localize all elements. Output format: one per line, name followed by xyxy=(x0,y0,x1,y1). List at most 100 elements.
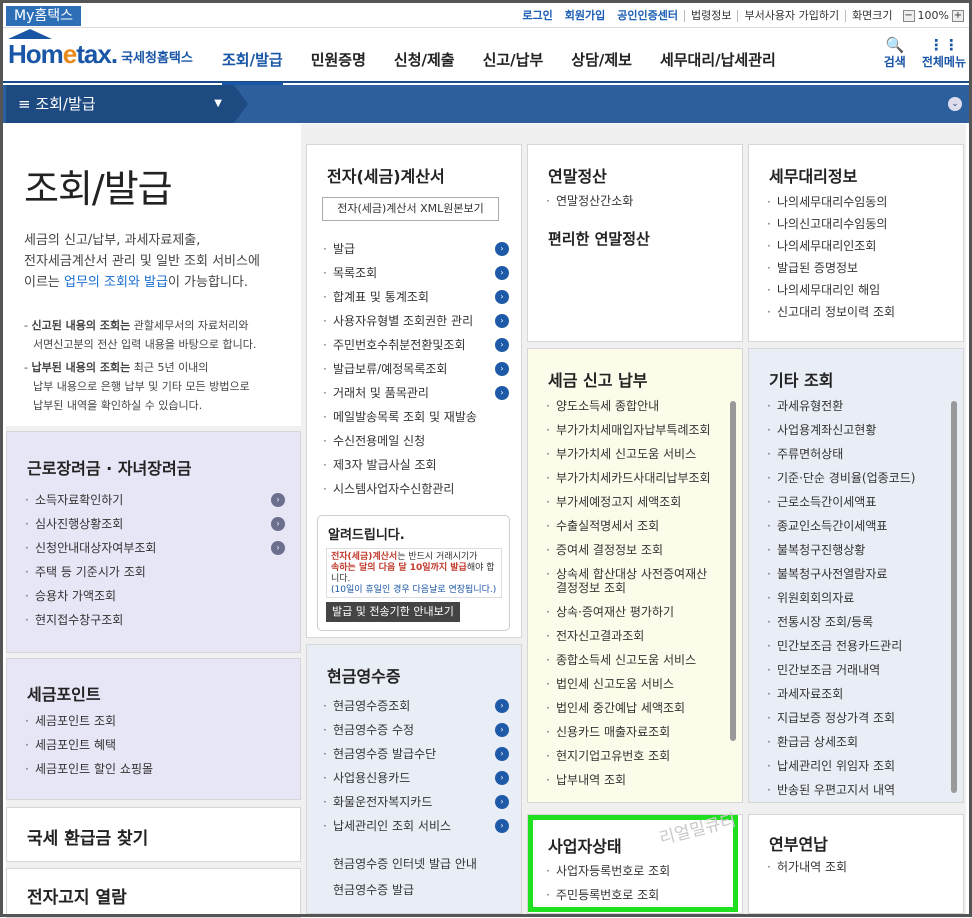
list-item[interactable]: 과세자료조회 xyxy=(765,682,951,706)
etc-title: 기타 조회 xyxy=(769,371,834,390)
breadcrumb-dropdown[interactable]: ≡ 조회/발급 ▼ xyxy=(6,85,248,123)
nav-consult-report[interactable]: 상담/제보 xyxy=(571,49,632,85)
list-item[interactable]: 거래처 및 품목관리› xyxy=(321,381,509,405)
list-item[interactable]: 종교인소득간이세액표 xyxy=(765,514,951,538)
cash-guide-link[interactable]: 현금영수증 인터넷 발급 안내 xyxy=(333,851,477,877)
list-item[interactable]: 수신전용메일 신청 xyxy=(321,429,509,453)
list-item[interactable]: 합계표 및 통계조회› xyxy=(321,285,509,309)
list-item[interactable]: 발급보류/예정목록조회› xyxy=(321,357,509,381)
expand-button[interactable]: ⌄ xyxy=(948,97,962,111)
list-item[interactable]: 시스템사업자수신함관리 xyxy=(321,477,509,501)
search-icon: 🔍 xyxy=(885,36,905,54)
xml-view-button[interactable]: 전자(세금)계산서 XML원본보기 xyxy=(322,197,499,221)
all-menu-button[interactable]: ⋮⋮ 전체메뉴 xyxy=(922,37,966,70)
nav-civil-cert[interactable]: 민원증명 xyxy=(311,49,366,85)
list-item[interactable]: 상속·증여재산 평가하기 xyxy=(544,600,730,624)
list-item[interactable]: 연말정산간소화 xyxy=(544,189,633,213)
list-item[interactable]: 세금포인트 할인 쇼핑몰 xyxy=(23,757,285,781)
list-item[interactable]: 반송된 우편고지서 내역 xyxy=(765,778,951,802)
list-item[interactable]: 주민번호수취분전환및조회› xyxy=(321,333,509,357)
list-item[interactable]: 신용카드 매출자료조회 xyxy=(544,720,730,744)
list-item[interactable]: 주택 등 기준시가 조회 xyxy=(23,560,285,584)
nav-inquiry-issue[interactable]: 조회/발급 xyxy=(222,49,283,85)
nav-tax-agent[interactable]: 세무대리/납세관리 xyxy=(660,49,776,85)
list-item[interactable]: 신청안내대상자여부조회› xyxy=(23,536,285,560)
list-item[interactable]: 나의세무대리수임동의 xyxy=(765,191,895,213)
zoom-plus-button[interactable]: + xyxy=(952,9,964,22)
list-item[interactable]: 증여세 결정정보 조회 xyxy=(544,538,730,562)
scrollbar[interactable] xyxy=(730,401,736,741)
list-item[interactable]: 양도소득세 종합안내 xyxy=(544,394,730,418)
scrollbar[interactable] xyxy=(951,401,957,793)
list-item[interactable]: 나의세무대리인 해임 xyxy=(765,279,895,301)
list-item[interactable]: 나의신고대리수임동의 xyxy=(765,213,895,235)
list-item[interactable]: 종합소득세 신고도움 서비스 xyxy=(544,648,730,672)
list-item[interactable]: 불복청구진행상황 xyxy=(765,538,951,562)
list-item[interactable]: 전통시장 조회/등록 xyxy=(765,610,951,634)
list-item[interactable]: 현금영수증 수정› xyxy=(321,718,509,742)
list-item[interactable]: 민간보조금 거래내역 xyxy=(765,658,951,682)
join-link[interactable]: 회원가입 xyxy=(559,9,611,22)
list-item[interactable]: 납세관리인 조회 서비스› xyxy=(321,814,509,838)
list-item[interactable]: 목록조회› xyxy=(321,261,509,285)
ebill-panel[interactable]: 전자고지 열람 xyxy=(6,868,301,918)
list-item[interactable]: 환급금 상세조회 xyxy=(765,730,951,754)
list-item[interactable]: 발급› xyxy=(321,237,509,261)
list-item[interactable]: 신고대리 정보이력 조회 xyxy=(765,301,895,323)
deadline-guide-button[interactable]: 발급 및 전송기한 안내보기 xyxy=(326,602,460,622)
list-item[interactable]: 부가가치세카드사대리납부조회 xyxy=(544,466,730,490)
list-item[interactable]: 위원회회의자료 xyxy=(765,586,951,610)
list-item[interactable]: 사용자유형별 조회권한 관리› xyxy=(321,309,509,333)
list-item[interactable]: 과세유형전환 xyxy=(765,394,951,418)
list-item[interactable]: 메일발송목록 조회 및 재발송 xyxy=(321,405,509,429)
list-item[interactable]: 나의세무대리인조회 xyxy=(765,235,895,257)
list-item[interactable]: 발급된 증명정보 xyxy=(765,257,895,279)
refund-panel[interactable]: 국세 환급금 찾기 xyxy=(6,807,301,862)
cert-center-link[interactable]: 공인인증센터 xyxy=(611,9,684,22)
dept-join-link[interactable]: 부서사용자 가입하기 xyxy=(737,9,845,22)
list-item[interactable]: 전자신고결과조회 xyxy=(544,624,730,648)
zoom-minus-button[interactable]: − xyxy=(902,9,915,22)
list-item[interactable]: 사업용신용카드› xyxy=(321,766,509,790)
list-item[interactable]: 제3자 발급사실 조회 xyxy=(321,453,509,477)
list-item[interactable]: 심사진행상황조회› xyxy=(23,512,285,536)
nav-apply-submit[interactable]: 신청/제출 xyxy=(394,49,455,85)
list-item[interactable]: 납부내역 조회 xyxy=(544,768,730,792)
list-item[interactable]: 불복청구사전열람자료 xyxy=(765,562,951,586)
login-link[interactable]: 로그인 xyxy=(516,9,558,22)
list-item[interactable]: 근로소득간이세액표 xyxy=(765,490,951,514)
list-item[interactable]: 민간보조금 전용카드관리 xyxy=(765,634,951,658)
list-item[interactable]: 현지기업고유번호 조회 xyxy=(544,744,730,768)
list-item[interactable]: 세금포인트 조회 xyxy=(23,709,285,733)
list-item[interactable]: 허가내역 조회 xyxy=(765,855,847,879)
yearend-title: 연말정산 xyxy=(548,167,607,186)
search-button[interactable]: 🔍 검색 xyxy=(884,37,906,70)
hometax-logo[interactable]: Hometax. 국세청홈택스 xyxy=(8,39,193,70)
list-item[interactable]: 수출실적명세서 조회 xyxy=(544,514,730,538)
list-item[interactable]: 현금영수증조회› xyxy=(321,694,509,718)
list-item[interactable]: 승용차 가액조회 xyxy=(23,584,285,608)
list-item[interactable]: 주류면허상태 xyxy=(765,442,951,466)
list-item[interactable]: 상속세 합산대상 사전증여재산결정정보 조회 xyxy=(544,562,730,595)
list-item[interactable]: 소득자료확인하기› xyxy=(23,488,285,512)
list-item[interactable]: 화물운전자복지카드› xyxy=(321,790,509,814)
list-item[interactable]: 납세관리인 위임자 조회 xyxy=(765,754,951,778)
list-item[interactable]: 사업용계좌신고현황 xyxy=(765,418,951,442)
law-info-link[interactable]: 법령정보 xyxy=(684,9,737,22)
list-item[interactable]: 부가가치세매입자납부특례조회 xyxy=(544,418,730,442)
intro-notes: - 신고된 내용의 조회는 관할세무서의 자료처리와 서면신고분의 전산 입력 … xyxy=(24,319,257,412)
list-item[interactable]: 법인세 중간예납 세액조회 xyxy=(544,696,730,720)
pension-list: 허가내역 조회 xyxy=(765,855,847,879)
list-item[interactable]: 부가가치세 신고도움 서비스 xyxy=(544,442,730,466)
list-item[interactable]: 현지접수창구조회 xyxy=(23,608,285,632)
list-item[interactable]: 세금포인트 혜택 xyxy=(23,733,285,757)
list-item[interactable]: 법인세 신고도움 서비스 xyxy=(544,672,730,696)
mytax-button[interactable]: My홈택스 xyxy=(6,6,82,26)
cash-issue-link[interactable]: 현금영수증 발급 xyxy=(333,877,477,903)
list-item[interactable]: 현금영수증 발급수단› xyxy=(321,742,509,766)
list-item[interactable]: 기준·단순 경비율(업종코드) xyxy=(765,466,951,490)
list-item[interactable]: 지급보증 정상가격 조회 xyxy=(765,706,951,730)
list-item[interactable]: 부가세예정고지 세액조회 xyxy=(544,490,730,514)
yearend-sub[interactable]: 편리한 연말정산 xyxy=(548,228,650,249)
nav-report-pay[interactable]: 신고/납부 xyxy=(483,49,544,85)
